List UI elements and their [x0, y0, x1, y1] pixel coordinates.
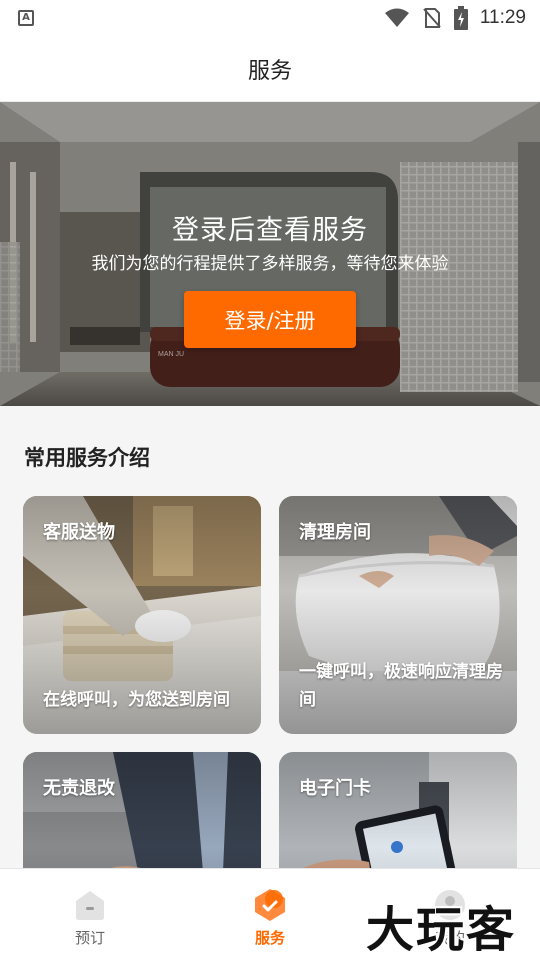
battery-charging-icon — [453, 6, 468, 30]
hero-subtitle: 我们为您的行程提供了多样服务，等待您来体验 — [91, 254, 449, 274]
page-title: 服务 — [247, 58, 292, 84]
login-register-button[interactable]: 登录/注册 — [184, 291, 356, 348]
card-title: 无责退改 — [43, 778, 115, 799]
no-sim-icon — [423, 8, 441, 28]
watermark-logo: 大玩客 — [366, 902, 517, 958]
nav-item-service[interactable]: 服务 — [180, 869, 360, 960]
service-card-delivery[interactable]: 客服送物 在线呼叫，为您送到房间 — [23, 496, 261, 734]
section-title: 常用服务介绍 — [24, 446, 150, 470]
service-icon — [255, 889, 285, 921]
hero-title: 登录后查看服务 — [172, 215, 368, 246]
nav-label: 服务 — [254, 929, 285, 947]
card-title: 清理房间 — [299, 522, 371, 543]
nav-label: 预订 — [74, 929, 105, 947]
card-description: 在线呼叫，为您送到房间 — [43, 690, 230, 710]
card-description: 一键呼叫，极速响应清理房间 — [299, 662, 503, 710]
card-title: 客服送物 — [43, 522, 115, 543]
page-header: 服务 — [0, 36, 540, 102]
booking-icon — [76, 891, 104, 920]
wifi-icon — [384, 8, 409, 27]
status-bar: A 11:29 — [0, 0, 540, 36]
clock: 11:29 — [479, 7, 526, 28]
service-card-cleaning[interactable]: 清理房间 一键呼叫，极速响应清理房间 — [279, 496, 517, 734]
hero-banner: MAN JU 登录后查看服务 我们为您的行程提供了多样服务，等待您来体验 登录/… — [0, 102, 540, 406]
card-title: 电子门卡 — [299, 778, 371, 799]
nav-item-booking[interactable]: 预订 — [0, 869, 180, 960]
notification-a-icon: A — [18, 10, 34, 26]
